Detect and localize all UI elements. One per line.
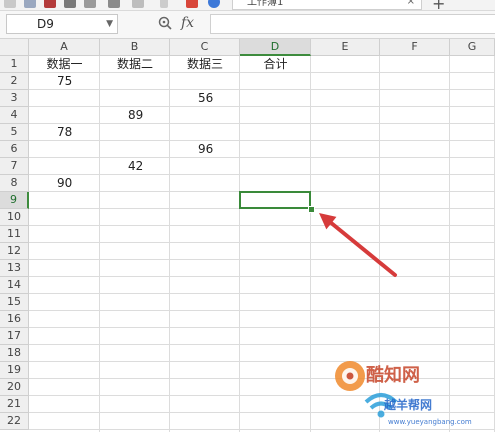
dropdown-chevron-icon[interactable] <box>160 0 168 8</box>
formula-bar: D9 ▼ fx <box>0 11 495 39</box>
name-box[interactable]: D9 ▼ <box>6 14 118 34</box>
wps-cloud-icon[interactable] <box>208 0 220 8</box>
name-box-dropdown-icon[interactable]: ▼ <box>106 15 113 33</box>
open-file-icon[interactable] <box>24 0 36 8</box>
new-tab-icon[interactable]: + <box>432 0 445 10</box>
print-icon[interactable] <box>64 0 76 8</box>
wps-writer-icon[interactable] <box>186 0 198 8</box>
formula-input[interactable] <box>210 14 495 34</box>
undo-icon[interactable] <box>108 0 120 8</box>
new-file-icon[interactable] <box>4 0 16 8</box>
quick-access-toolbar: 工作簿1 × + <box>0 0 495 11</box>
insert-function-icon[interactable]: fx <box>181 15 194 31</box>
redo-icon[interactable] <box>132 0 144 8</box>
watermark-brand: 酷知网 <box>366 365 420 386</box>
save-icon[interactable] <box>44 0 56 8</box>
document-tab[interactable]: 工作簿1 × <box>232 0 422 10</box>
watermark-subtitle: 越羊帮网 <box>384 398 433 412</box>
watermark-url: www.yueyangbang.com <box>388 418 472 426</box>
name-box-value: D9 <box>37 17 54 31</box>
document-tab-title: 工作簿1 <box>247 0 284 8</box>
zoom-search-icon[interactable] <box>157 15 173 31</box>
print-preview-icon[interactable] <box>84 0 96 8</box>
close-tab-icon[interactable]: × <box>407 0 415 7</box>
